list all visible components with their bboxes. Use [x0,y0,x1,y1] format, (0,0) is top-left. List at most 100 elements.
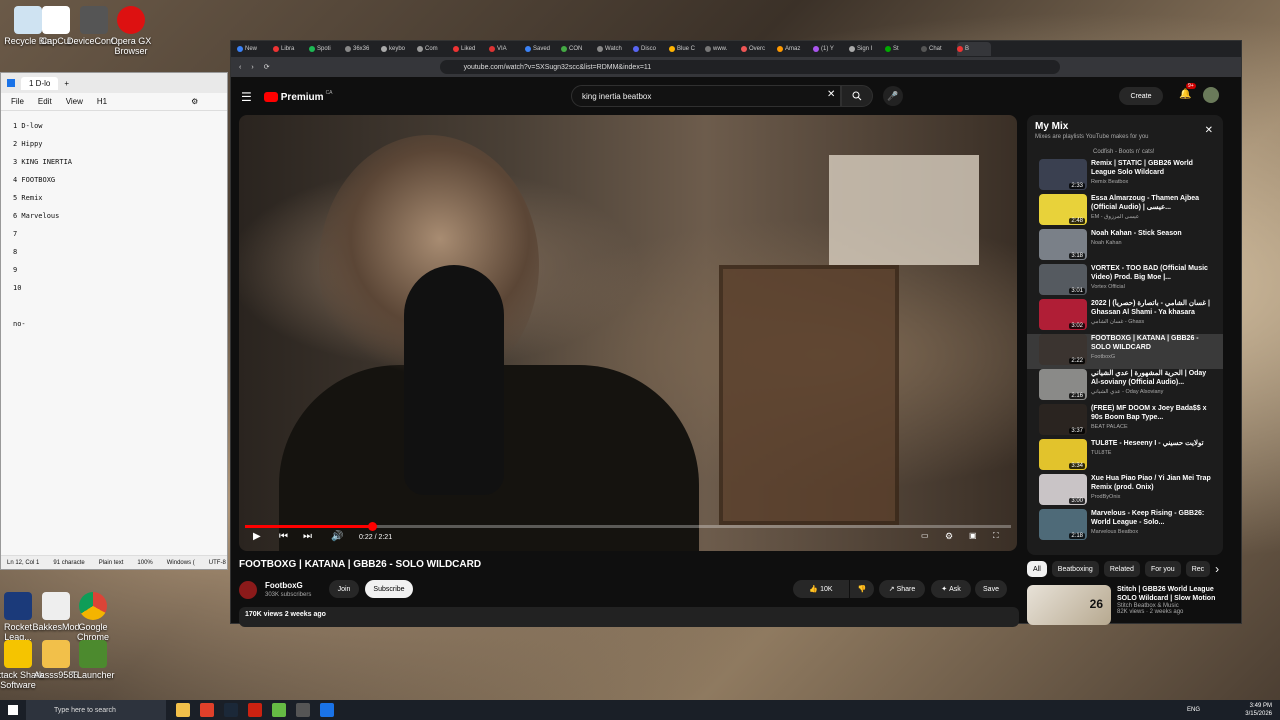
mix-thumbnail[interactable]: 3:37 [1039,404,1087,435]
browser-tab[interactable]: B [957,42,991,56]
mix-item[interactable]: 3:02 2022 | غسان الشامي - باتصارة (حصرياً… [1027,299,1223,334]
progress-bar[interactable] [245,522,1011,531]
mix-item[interactable]: 3:37 (FREE) MF DOOM x Joey Bada$$ x 90s B… [1027,404,1223,439]
filter-chip[interactable]: Rec [1185,561,1211,577]
windows-start-icon[interactable] [8,705,18,715]
back-icon[interactable]: ‹ [239,64,241,71]
browser-tab[interactable]: Watch [597,42,631,56]
create-button[interactable]: Create [1119,87,1163,105]
recommended-video[interactable]: 26 Stitch | GBB26 World League SOLO Wild… [1027,585,1223,625]
mix-item[interactable]: 3:01 VORTEX - TOO BAD (Official Music Vid… [1027,264,1223,299]
mix-thumbnail[interactable]: 3:34 [1039,439,1087,470]
next-icon[interactable]: ⏭ [303,531,312,542]
browser-tab[interactable]: Sign I [849,42,883,56]
notepad-tab[interactable]: 1 D-lo [21,76,59,90]
like-button[interactable]: 👍 10K [793,580,849,598]
filter-chip[interactable]: For you [1144,561,1181,577]
miniplayer-icon[interactable]: ▣ [969,531,977,540]
mix-item[interactable]: 2:16 الحرية المشهورة | عدي الشياني | Oday… [1027,369,1223,404]
channel-avatar[interactable] [239,581,257,599]
clock-date[interactable]: 3/15/2026 [1245,710,1272,718]
filter-chip[interactable]: Beatboxing [1051,561,1099,577]
menu-heading[interactable]: H1 [97,97,107,106]
mix-thumbnail[interactable]: 2:22 [1039,334,1087,365]
save-button[interactable]: Save [975,580,1007,598]
fullscreen-icon[interactable]: ⛶ [993,531,999,541]
play-icon[interactable]: ▶ [253,531,261,542]
notifications-icon[interactable]: 🔔 [1179,89,1191,100]
mix-item[interactable]: 2:22 FOOTBOXG | KATANA | GBB26 - SOLO WIL… [1027,334,1223,369]
clear-search-icon[interactable]: ✕ [827,89,835,100]
browser-tab[interactable]: CON [561,42,595,56]
notepad-taskbar-icon[interactable] [320,703,334,717]
browser-tab[interactable]: Overc [741,42,775,56]
forward-icon[interactable]: › [251,64,253,71]
browser-tab[interactable]: Saved [525,42,559,56]
mix-thumbnail[interactable]: 3:02 [1039,299,1087,330]
reload-icon[interactable]: ⟳ [264,63,270,71]
share-button[interactable]: ↗ Share [879,580,925,598]
browser-tab[interactable]: New [237,42,271,56]
mix-thumbnail[interactable]: 3:01 [1039,264,1087,295]
menu-icon[interactable]: ☰ [241,90,252,104]
filter-chip[interactable]: All [1027,561,1047,577]
notepad-text-area[interactable]: 1 D-low 2 Hippy 3 KING INERTIA 4 FOOTBOX… [1,111,227,339]
subscribe-button[interactable]: Subscribe [365,580,413,598]
browser-tab[interactable]: Blue C [669,42,703,56]
filter-chip[interactable]: Related [1103,561,1140,577]
opera-icon[interactable] [248,703,262,717]
steam-icon[interactable] [224,703,238,717]
browser-tab[interactable]: Amaz [777,42,811,56]
desktop-icon-tlauncher[interactable]: TLauncher [65,640,121,680]
clock-time[interactable]: 3:49 PM [1245,702,1272,710]
mix-item[interactable]: 2:33 Remix | STATIC | GBB26 World League … [1027,159,1223,194]
youtube-premium-logo[interactable]: Premium [281,92,324,103]
settings-gear-icon[interactable]: ⚙ [945,531,953,542]
recommended-thumbnail[interactable]: 26 [1027,585,1111,625]
join-button[interactable]: Join [329,580,359,598]
browser-tab[interactable]: Chat [921,42,955,56]
browser-tab[interactable]: St [885,42,919,56]
voice-search-icon[interactable]: 🎤 [883,86,903,106]
mix-thumbnail[interactable]: 3:00 [1039,474,1087,505]
video-player[interactable] [239,115,1017,551]
browser-tab[interactable]: (1) Y [813,42,847,56]
taskbar-search[interactable]: Type here to search [26,700,166,720]
browser-tab[interactable]: Spoti [309,42,343,56]
language-indicator[interactable]: ENG [1187,706,1200,714]
menu-file[interactable]: File [11,97,24,106]
search-input[interactable]: king inertia beatbox [571,85,841,107]
dislike-button[interactable]: 👎 [850,580,874,598]
app-icon[interactable] [272,703,286,717]
ask-button[interactable]: ✦ Ask [931,580,971,598]
settings-icon[interactable]: ⚙ [191,97,198,106]
mix-item[interactable]: 3:00 Xue Hua Piao Piao / Yi Jian Mei Trap… [1027,474,1223,509]
close-icon[interactable]: ✕ [1205,125,1213,136]
url-field[interactable]: youtube.com/watch?v=SXSugn32scc&list=RDM… [439,60,1060,74]
browser-tab[interactable]: Com [417,42,451,56]
browser-tab[interactable]: VIA [489,42,523,56]
mix-item[interactable]: 2:48 Essa Almarzoug - Thamen Ajbea (Offic… [1027,194,1223,229]
mix-thumbnail[interactable]: 3:18 [1039,229,1087,260]
mix-item[interactable]: 2:18 Marvelous - Keep Rising - GBB26: Wor… [1027,509,1223,544]
brave-icon[interactable] [200,703,214,717]
browser-tab[interactable]: Liked [453,42,487,56]
subtitles-icon[interactable]: ▭ [921,531,929,540]
file-explorer-icon[interactable] [176,703,190,717]
channel-name[interactable]: FootboxG [265,581,303,590]
menu-edit[interactable]: Edit [38,97,52,106]
mix-thumbnail[interactable]: 2:16 [1039,369,1087,400]
browser-tab[interactable]: 36x36 [345,42,379,56]
previous-icon[interactable]: ⏮ [279,531,288,542]
desktop-icon-opera-gx[interactable]: Opera GX Browser [103,6,159,56]
browser-tab[interactable]: Disco [633,42,667,56]
browser-tab[interactable]: Libra [273,42,307,56]
description-box[interactable]: 170K views 2 weeks ago [239,607,1019,627]
mix-thumbnail[interactable]: 2:33 [1039,159,1087,190]
media-icon[interactable] [296,703,310,717]
volume-icon[interactable]: 🔊 [331,531,343,542]
mix-item[interactable]: 3:34 TUL8TE - Heseeny I - تولايت حسيني TUL… [1027,439,1223,474]
progress-knob[interactable] [367,522,377,531]
new-tab-icon[interactable]: + [64,79,69,88]
desktop-icon-chrome[interactable]: Google Chrome [65,592,121,642]
